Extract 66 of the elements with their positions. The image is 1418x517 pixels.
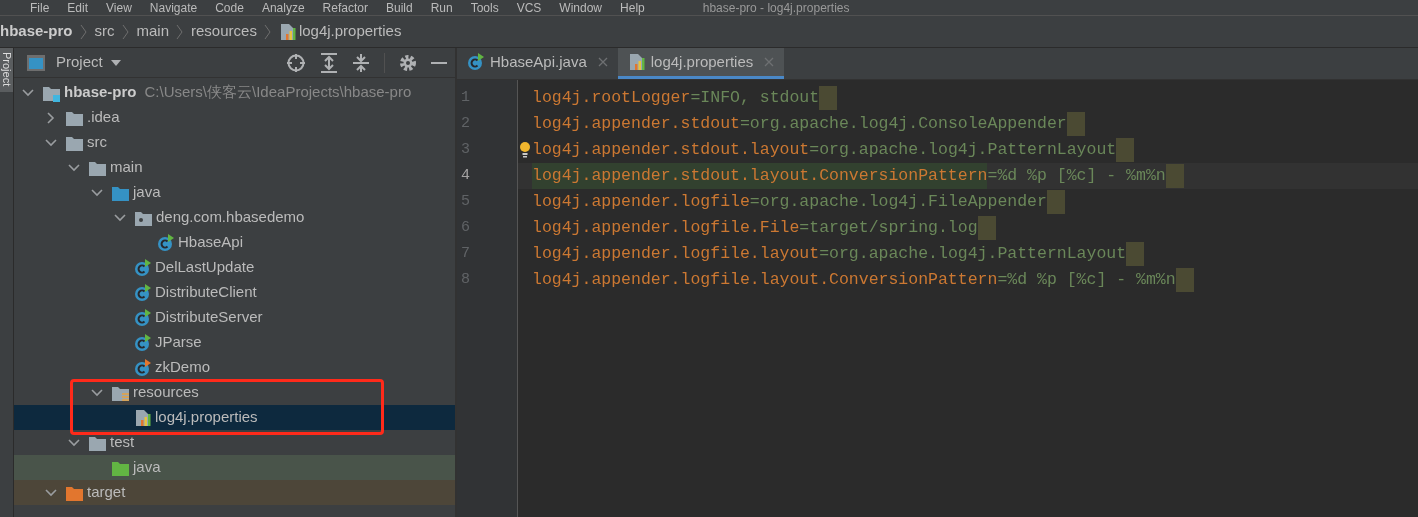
equals-sign: =	[987, 165, 998, 187]
editor-tab[interactable]: log4j.properties	[617, 48, 785, 79]
menu-item[interactable]: Analyze	[261, 0, 305, 15]
property-key: log4j.appender.stdout	[532, 111, 740, 137]
property-key: log4j.appender.logfile	[532, 189, 750, 215]
menu-item[interactable]: Edit	[67, 0, 89, 15]
breadcrumb[interactable]: main	[136, 20, 170, 43]
equals-sign: =	[819, 243, 830, 265]
tree-item[interactable]: log4j.properties	[14, 405, 455, 430]
menu-item[interactable]: File	[30, 0, 50, 15]
tree-item[interactable]: zkDemo	[14, 355, 455, 380]
property-value: %d %p [%c] - %m%n	[997, 165, 1166, 187]
tree-item[interactable]: src	[14, 130, 455, 155]
tree-item[interactable]: JParse	[14, 330, 455, 355]
tree-item[interactable]: DelLastUpdate	[14, 255, 455, 280]
editor-tab[interactable]: HbaseApi.java	[457, 48, 618, 79]
breadcrumb[interactable]: hbase-pro	[0, 20, 73, 43]
menu-item[interactable]: Run	[430, 0, 453, 15]
tree-item[interactable]: DistributeServer	[14, 305, 455, 330]
property-value: org.apache.log4j.ConsoleAppender	[749, 113, 1067, 135]
equals-sign: =	[739, 113, 750, 135]
equals-sign: =	[809, 139, 820, 161]
panel-title[interactable]: Project	[56, 51, 103, 74]
tree-item[interactable]: java	[14, 455, 455, 480]
property-value: org.apache.log4j.PatternLayout	[829, 243, 1127, 265]
tree-item[interactable]: hbase-pro C:\Users\侠客云\IdeaProjects\hbase-pro	[14, 80, 455, 105]
tree-item[interactable]: HbaseApi	[14, 230, 455, 255]
window-title: hbase-pro - log4j.properties	[702, 0, 850, 15]
property-key: log4j.appender.logfile.File	[532, 215, 800, 241]
menu-item[interactable]: VCS	[516, 0, 542, 15]
tree-item[interactable]: deng.com.hbasedemo	[14, 205, 455, 230]
property-value: target/spring.log	[809, 217, 978, 239]
menu-item[interactable]: Build	[385, 0, 413, 15]
menu-item[interactable]: Refactor	[322, 0, 368, 15]
tree-item[interactable]: resources	[14, 380, 455, 405]
project-tool-tab[interactable]: Project	[0, 48, 13, 93]
menu-item[interactable]: Window	[559, 0, 603, 15]
tree-item[interactable]: main	[14, 155, 455, 180]
menu-item[interactable]: Code	[215, 0, 244, 15]
equals-sign: =	[997, 269, 1008, 291]
property-value: org.apache.log4j.FileAppender	[759, 191, 1047, 213]
menu-item[interactable]: Tools	[470, 0, 499, 15]
breadcrumb[interactable]: log4j.properties	[298, 20, 402, 43]
equals-sign: =	[749, 191, 760, 213]
breadcrumb[interactable]: resources	[191, 20, 257, 43]
tree-item[interactable]: test	[14, 430, 455, 455]
tree-item[interactable]: java	[14, 180, 455, 205]
tree-item[interactable]: DistributeClient	[14, 280, 455, 305]
menu-item[interactable]: Help	[620, 0, 645, 15]
property-key: log4j.appender.stdout.layout	[532, 137, 810, 163]
path-text: C:\Users\侠客云\IdeaProjects\hbase-pro	[144, 82, 412, 103]
menu-item[interactable]: Navigate	[149, 0, 198, 15]
line-number: 4	[460, 166, 471, 186]
tree-item[interactable]: .idea	[14, 105, 455, 130]
property-key: log4j.rootLogger	[532, 85, 691, 111]
menu-item[interactable]: View	[106, 0, 132, 15]
equals-sign: =	[690, 87, 701, 109]
property-value: org.apache.log4j.PatternLayout	[819, 139, 1117, 161]
property-value: INFO, stdout	[700, 87, 820, 109]
property-key: log4j.appender.stdout.layout.ConversionPattern	[532, 163, 988, 189]
property-value: %d %p [%c] - %m%n	[1007, 269, 1176, 291]
property-key: log4j.appender.logfile.layout.ConversionPattern	[532, 267, 998, 293]
property-key: log4j.appender.logfile.layout	[532, 241, 820, 267]
equals-sign: =	[799, 217, 810, 239]
tree-item[interactable]: target	[14, 480, 455, 505]
breadcrumb[interactable]: src	[94, 20, 115, 43]
